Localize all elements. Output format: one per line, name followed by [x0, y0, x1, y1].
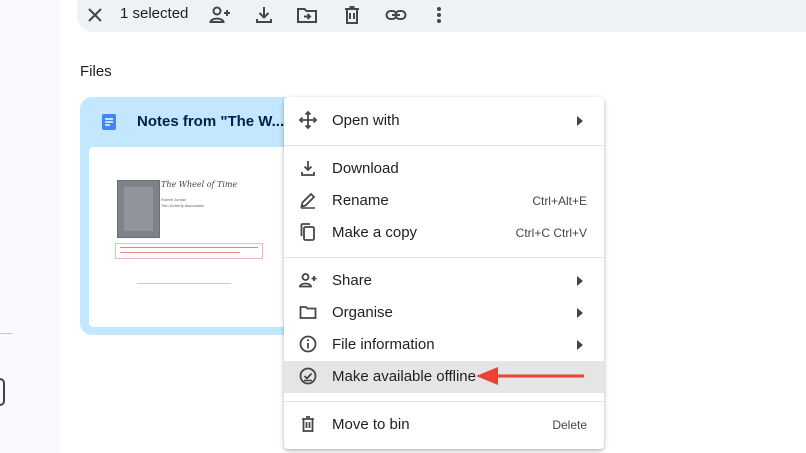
info-icon — [298, 334, 318, 354]
submenu-arrow-icon — [577, 116, 583, 126]
menu-item-label: Open with — [332, 112, 400, 129]
person-add-icon — [298, 270, 318, 290]
menu-item-label: Organise — [332, 304, 393, 321]
menu-item-shortcut: Ctrl+Alt+E — [532, 194, 587, 208]
thumbnail-note-line — [120, 247, 258, 248]
menu-item-shortcut: Delete — [552, 418, 587, 432]
menu-item-label: Download — [332, 160, 399, 177]
link-icon[interactable] — [384, 3, 408, 27]
menu-item-move-to-bin[interactable]: Move to bin Delete — [284, 409, 604, 441]
close-icon[interactable] — [83, 3, 107, 27]
trash-icon — [298, 414, 318, 434]
menu-item-label: Share — [332, 272, 373, 289]
menu-item-label: Rename — [332, 192, 389, 209]
trash-icon[interactable] — [340, 3, 364, 27]
thumbnail-meta: Robert Jordan Tom Doherty Associates — [161, 197, 204, 209]
menu-item-label: File information — [332, 336, 435, 353]
thumbnail-meta-line: Tom Doherty Associates — [161, 203, 204, 208]
pencil-icon — [298, 190, 318, 210]
files-section-heading: Files — [80, 63, 112, 80]
folder-icon — [298, 302, 318, 322]
menu-item-download[interactable]: Download — [284, 153, 604, 185]
menu-item-share[interactable]: Share — [284, 265, 604, 297]
menu-divider — [284, 145, 604, 146]
submenu-arrow-icon — [577, 276, 583, 286]
menu-item-make-a-copy[interactable]: Make a copy Ctrl+C Ctrl+V — [284, 217, 604, 249]
more-vert-icon[interactable] — [427, 3, 451, 27]
submenu-arrow-icon — [577, 308, 583, 318]
file-thumbnail[interactable]: The Wheel of Time Robert Jordan Tom Dohe… — [89, 147, 285, 327]
move-arrows-icon — [298, 110, 318, 130]
menu-item-file-information[interactable]: File information — [284, 329, 604, 361]
menu-item-organise[interactable]: Organise — [284, 297, 604, 329]
selection-toolbar: 1 selected — [77, 0, 806, 32]
annotation-arrow-icon — [476, 367, 584, 385]
thumbnail-title: The Wheel of Time — [161, 180, 238, 189]
submenu-arrow-icon — [577, 340, 583, 350]
menu-item-open-with[interactable]: Open with — [284, 105, 604, 137]
thumbnail-note-line — [120, 252, 240, 253]
menu-divider — [284, 257, 604, 258]
menu-item-label: Make available offline — [332, 368, 476, 385]
menu-item-rename[interactable]: Rename Ctrl+Alt+E — [284, 185, 604, 217]
offline-check-icon — [298, 366, 318, 386]
book-cover-image — [117, 180, 160, 238]
download-icon[interactable] — [252, 3, 276, 27]
share-person-add-icon[interactable] — [208, 3, 232, 27]
menu-item-label: Make a copy — [332, 224, 418, 241]
file-name: Notes from "The W... — [137, 113, 285, 130]
google-docs-icon — [100, 113, 118, 131]
thumbnail-note-box — [115, 243, 263, 259]
sidebar-edge-fragment — [0, 378, 5, 406]
sidebar-edge-divider — [0, 333, 12, 334]
thumbnail-footer-line — [137, 283, 231, 284]
move-folder-icon[interactable] — [295, 3, 319, 27]
context-menu: Open with Download Rename Ctrl+Alt+E Mak… — [284, 97, 604, 449]
menu-item-label: Move to bin — [332, 416, 410, 433]
download-icon — [298, 158, 318, 178]
copy-icon — [298, 222, 318, 242]
menu-item-shortcut: Ctrl+C Ctrl+V — [515, 226, 587, 240]
selection-count: 1 selected — [120, 5, 189, 22]
menu-divider — [284, 401, 604, 402]
